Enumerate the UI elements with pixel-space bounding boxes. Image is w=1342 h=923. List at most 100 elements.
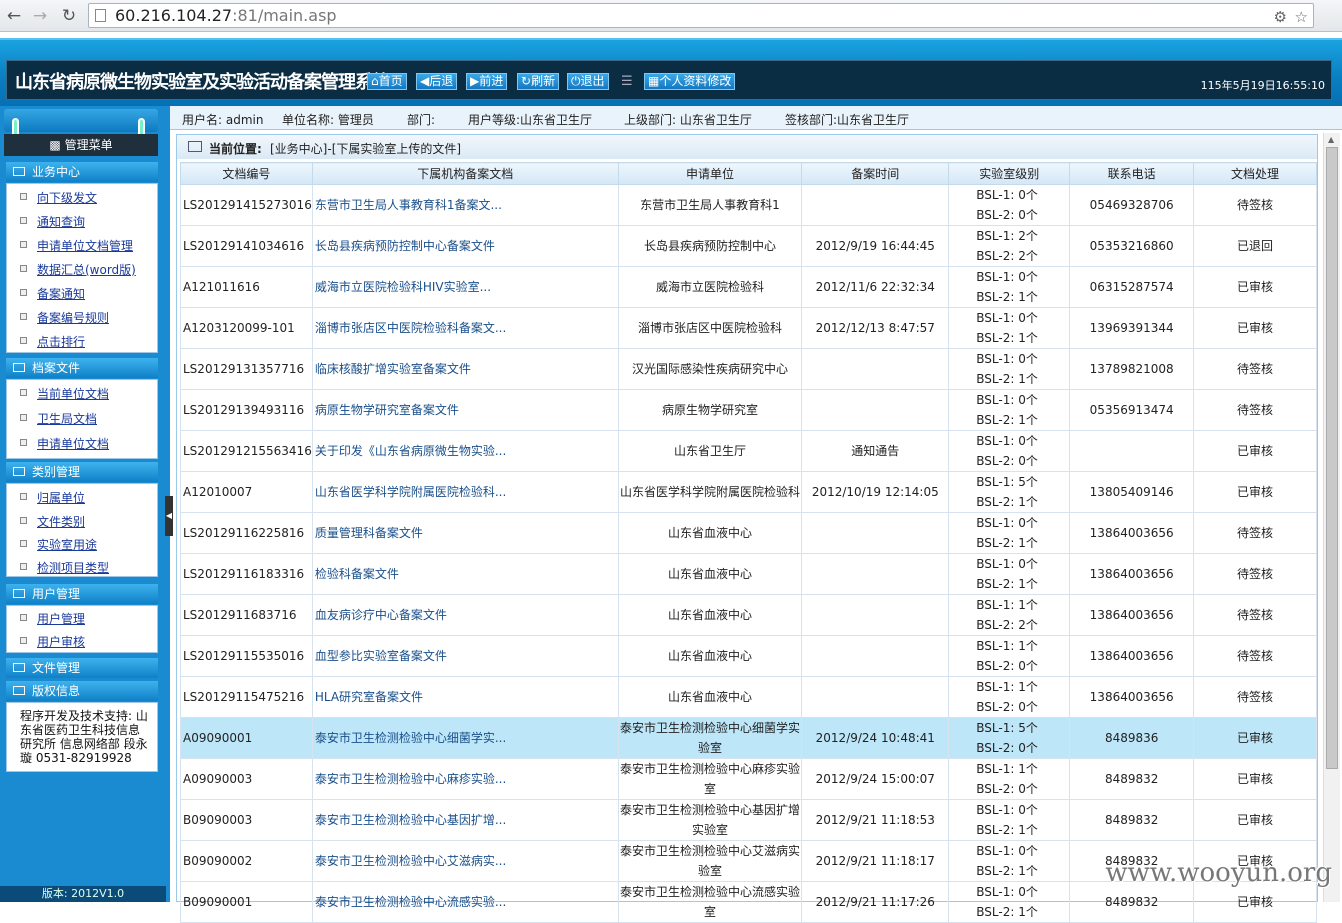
cell-doc-link[interactable]: 关于印发《山东省病原微生物实验... [311,430,619,472]
header-time[interactable]: 备案时间 [801,162,950,185]
section-copyright[interactable]: 版权信息 [6,681,158,701]
menu-item-filing-notice[interactable]: 备案通知 [20,285,85,302]
header-status[interactable]: 文档处理 [1193,162,1317,185]
table-row[interactable]: LS201291215563416 关于印发《山东省病原微生物实验... 山东省卫生… [180,430,1317,472]
section-category-mgmt[interactable]: 类别管理 [6,462,158,482]
bsl2-count: BSL-2: 0个 [976,782,1038,796]
forward-button[interactable]: ▶前进 [466,73,508,90]
menu-item-test-type[interactable]: 检测项目类型 [20,559,109,576]
reload-icon[interactable]: ↻ [58,5,80,27]
cell-doc-link[interactable]: 威海市立医院检验科HIV实验室... [311,266,619,308]
menu-item-user-review[interactable]: 用户审核 [20,633,85,650]
cell-doc-link[interactable]: 淄博市张店区中医院检验科备案文... [311,307,619,349]
cell-status: 已审核 [1193,799,1317,841]
menu-item-file-category[interactable]: 文件类别 [20,513,85,530]
cell-doc-link[interactable]: 东营市卫生局人事教育科1备案文... [311,184,619,226]
back-button[interactable]: ◀后退 [416,73,458,90]
forward-arrow-icon[interactable]: → [29,5,51,27]
table-row[interactable]: LS20129116183316 检验科备案文件 山东省血液中心 BSL-1: 0个 B… [180,553,1317,595]
sidebar: ▩ 管理菜单 业务中心 向下级发文 通知查询 申请单位文档管理 数据汇总(wor… [0,106,170,902]
menu-item-data-summary[interactable]: 数据汇总(word版) [20,261,136,278]
scrollbar-thumb[interactable] [1326,147,1338,769]
bsl2-count: BSL-2: 1个 [976,864,1038,878]
bsl1-count: BSL-1: 0个 [976,557,1038,571]
cell-status: 待签核 [1193,635,1317,677]
sidebar-collapse-handle[interactable]: ◀ [165,496,173,536]
cell-lab-level: BSL-1: 5个 BSL-2: 0个 [948,717,1071,759]
header-phone[interactable]: 联系电话 [1069,162,1195,185]
archive-files-menu: 当前单位文档 卫生局文档 申请单位文档 [6,379,158,459]
table-row[interactable]: A121011616 威海市立医院检验科HIV实验室... 威海市立医院检验科 201… [180,266,1317,308]
cell-doc-link[interactable]: 质量管理科备案文件 [311,512,619,554]
section-file-mgmt[interactable]: 文件管理 [6,658,158,678]
table-row[interactable]: LS2012911683716 血友病诊疗中心备案文件 山东省血液中心 BSL-1: … [180,594,1317,636]
cell-status: 待签核 [1193,594,1317,636]
bsl1-count: BSL-1: 0个 [976,434,1038,448]
table-row[interactable]: A1203120099-101 淄博市张店区中医院检验科备案文... 淄博市张店区中… [180,307,1317,349]
section-archive-files[interactable]: 档案文件 [6,358,158,378]
cell-doc-link[interactable]: 山东省医学科学院附属医院检验科... [311,471,619,513]
cell-doc-id: LS2012911683716 [180,594,313,636]
profile-edit-button[interactable]: ▦个人资料修改 [644,73,736,90]
cell-doc-link[interactable]: HLA研究室备案文件 [311,676,619,718]
section-business-center[interactable]: 业务中心 [6,162,158,182]
cell-doc-link[interactable]: 泰安市卫生检测检验中心麻疹实验... [311,758,619,800]
header-lab-level[interactable]: 实验室级别 [948,162,1071,185]
menu-item-applicant-docs[interactable]: 申请单位文档 [20,435,109,452]
refresh-button[interactable]: ↻刷新 [517,73,560,90]
table-row[interactable]: A09090001 泰安市卫生检测检验中心细菌学实... 泰安市卫生检测检验中心细菌… [180,717,1317,759]
table-row[interactable]: A12010007 山东省医学科学院附属医院检验科... 山东省医学科学院附属医院检… [180,471,1317,513]
bookmark-star-icon[interactable]: ☆ [1295,6,1308,29]
bsl1-count: BSL-1: 1个 [976,639,1038,653]
cell-doc-link[interactable]: 泰安市卫生检测检验中心艾滋病实... [311,840,619,882]
table-row[interactable]: LS20129141034616 长岛县疾病预防控制中心备案文件 长岛县疾病预防控制… [180,225,1317,267]
table-row[interactable]: LS20129131357716 临床核酸扩增实验室备案文件 汉光国际感染性疾病研究… [180,348,1317,390]
cell-doc-link[interactable]: 长岛县疾病预防控制中心备案文件 [311,225,619,267]
table-row[interactable]: LS20129115535016 血型参比实验室备案文件 山东省血液中心 BSL-1:… [180,635,1317,677]
table-row[interactable]: LS20129139493116 病原生物学研究室备案文件 病原生物学研究室 BSL-… [180,389,1317,431]
bsl2-count: BSL-2: 1个 [976,331,1038,345]
menu-item-user-mgmt[interactable]: 用户管理 [20,610,85,627]
header-doc-id[interactable]: 文档编号 [180,162,313,185]
header-doc[interactable]: 下属机构备案文档 [311,162,619,185]
cell-doc-id: A09090001 [180,717,313,759]
table-row[interactable]: LS20129116225816 质量管理科备案文件 山东省血液中心 BSL-1: 0… [180,512,1317,554]
table-row[interactable]: A09090003 泰安市卫生检测检验中心麻疹实验... 泰安市卫生检测检验中心麻疹… [180,758,1317,800]
cell-doc-link[interactable]: 泰安市卫生检测检验中心基因扩增... [311,799,619,841]
cell-doc-link[interactable]: 检验科备案文件 [311,553,619,595]
menu-item-current-unit-docs[interactable]: 当前单位文档 [20,385,109,402]
header-unit[interactable]: 申请单位 [617,162,803,185]
section-user-mgmt[interactable]: 用户管理 [6,584,158,604]
datetime-display: 115年5月19日16:55:10 [1200,79,1325,92]
cell-status: 已审核 [1193,471,1317,513]
menu-item-lab-use[interactable]: 实验室用途 [20,536,97,553]
cell-filing-time: 2012/9/21 11:18:17 [801,840,950,882]
cell-doc-link[interactable]: 泰安市卫生检测检验中心细菌学实... [311,717,619,759]
table-row[interactable]: LS20129115475216 HLA研究室备案文件 山东省血液中心 BSL-1: … [180,676,1317,718]
menu-item-numbering-rules[interactable]: 备案编号规则 [20,309,109,326]
cell-doc-link[interactable]: 临床核酸扩增实验室备案文件 [311,348,619,390]
logout-button[interactable]: ⏻退出 [567,73,609,90]
cell-doc-link[interactable]: 血型参比实验室备案文件 [311,635,619,677]
cell-doc-link[interactable]: 病原生物学研究室备案文件 [311,389,619,431]
menu-item-notice-query[interactable]: 通知查询 [20,213,85,230]
scroll-up-icon[interactable]: ▲ [1328,135,1334,144]
menu-item-applicant-doc-mgmt[interactable]: 申请单位文档管理 [20,237,133,254]
menu-item-click-ranking[interactable]: 点击排行 [20,333,85,350]
address-bar[interactable]: 60.216.104.27:81/main.asp ⚙ ☆ [88,3,1314,28]
cell-doc-link[interactable]: 泰安市卫生检测检验中心流感实验... [311,881,619,923]
menu-item-health-bureau-docs[interactable]: 卫生局文档 [20,410,97,427]
table-row[interactable]: LS201291415273016 东营市卫生局人事教育科1备案文... 东营市卫生… [180,184,1317,226]
menu-item-send-down[interactable]: 向下级发文 [20,189,97,206]
cell-phone: 13864003656 [1069,676,1195,718]
bsl2-count: BSL-2: 0个 [976,208,1038,222]
back-arrow-icon[interactable]: ← [3,5,25,27]
menu-item-owner-unit[interactable]: 归属单位 [20,489,85,506]
table-row[interactable]: B09090003 泰安市卫生检测检验中心基因扩增... 泰安市卫生检测检验中心基因… [180,799,1317,841]
home-button[interactable]: ⌂首页 [367,73,407,90]
cell-doc-link[interactable]: 血友病诊疗中心备案文件 [311,594,619,636]
wrench-icon[interactable]: ⚙ [1274,6,1287,29]
bsl2-count: BSL-2: 1个 [976,290,1038,304]
cell-phone: 13805409146 [1069,471,1195,513]
vertical-scrollbar[interactable]: ▲ [1323,133,1340,902]
